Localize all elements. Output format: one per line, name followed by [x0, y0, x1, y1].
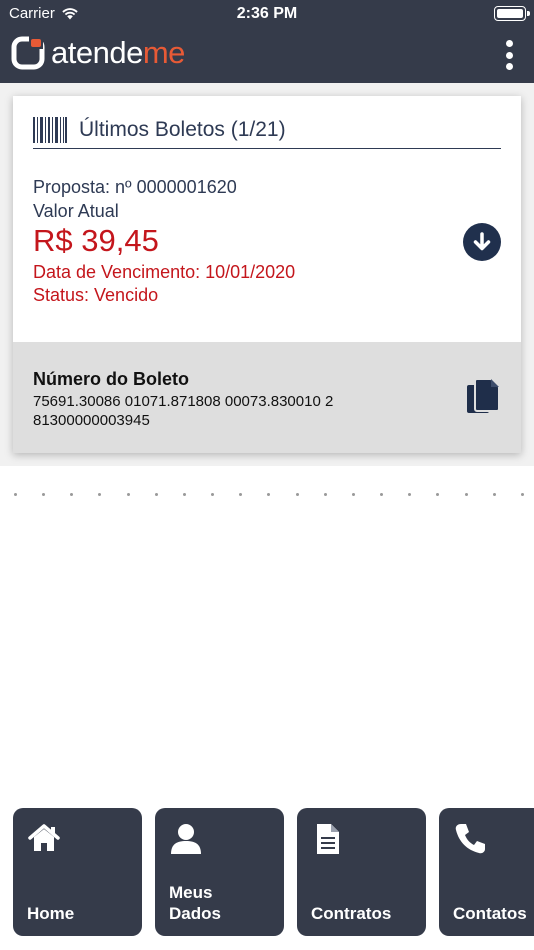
copy-icon[interactable]: [465, 377, 501, 417]
document-icon: [317, 824, 339, 854]
logo-mark-icon: [11, 36, 45, 70]
due-date: Data de Vencimento: 10/01/2020: [33, 262, 296, 282]
pagination-dots: [14, 493, 524, 497]
more-options-icon[interactable]: [502, 40, 516, 70]
proposal-number: Proposta: nº 0000001620: [33, 177, 237, 197]
app-logo: atendeme: [11, 34, 185, 72]
boleto-number-label: Número do Boleto: [33, 369, 189, 389]
boleto-card: Últimos Boletos (1/21) Proposta: nº 0000…: [13, 96, 521, 453]
value-label: Valor Atual: [33, 201, 119, 221]
current-value: R$ 39,45: [33, 223, 159, 258]
status-text: Status: Vencido: [33, 285, 159, 305]
tile-meus-dados[interactable]: Meus Dados: [155, 808, 284, 936]
tile-contatos-label: Contatos: [453, 904, 527, 923]
tile-home-label: Home: [27, 904, 75, 923]
app-header: Carrier 2:36 PM atendeme: [0, 0, 534, 83]
battery-icon: [494, 6, 530, 21]
tile-home[interactable]: Home: [13, 808, 142, 936]
barcode-icon: [33, 116, 67, 143]
card-title: Últimos Boletos (1/21): [79, 117, 286, 141]
tile-contratos[interactable]: Contratos: [297, 808, 426, 936]
boleto-number: 75691.30086 01071.871808 00073.830010 2 …: [33, 393, 334, 429]
arrow-down-icon: [473, 232, 491, 251]
card-header: Últimos Boletos (1/21): [33, 111, 501, 149]
phone-icon: [455, 824, 485, 854]
tile-meus-dados-label: Meus Dados: [169, 883, 221, 923]
tile-contatos[interactable]: Contatos: [439, 808, 534, 936]
boleto-number-section: Número do Boleto 75691.30086 01071.87180…: [13, 342, 521, 453]
user-icon: [171, 824, 201, 854]
status-bar: Carrier 2:36 PM: [0, 0, 534, 28]
tile-contratos-label: Contratos: [311, 904, 392, 923]
download-button[interactable]: [463, 223, 501, 261]
status-time: 2:36 PM: [236, 5, 298, 22]
home-icon: [28, 824, 60, 851]
logo-text: atendeme: [51, 35, 185, 70]
